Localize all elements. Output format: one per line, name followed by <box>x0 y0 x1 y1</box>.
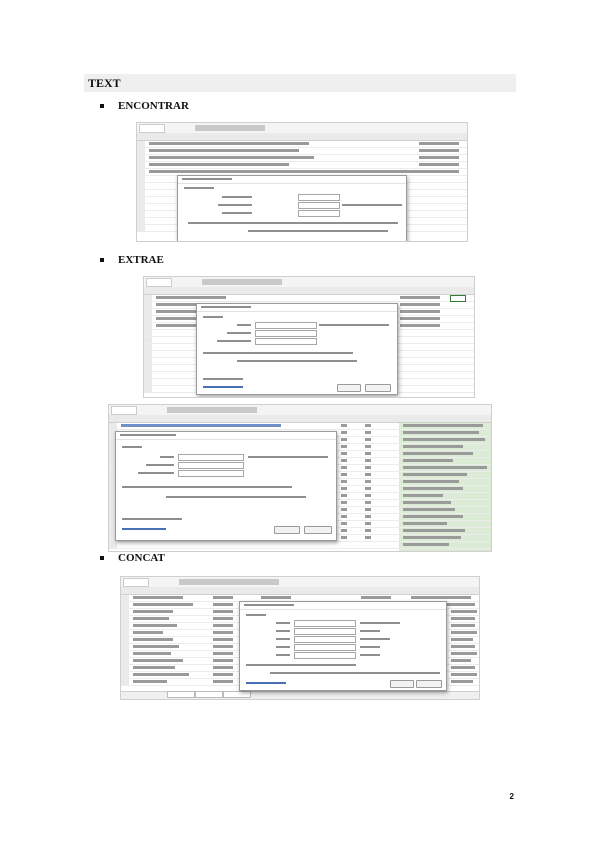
function-arguments-dialog[interactable] <box>115 431 337 541</box>
ok-button[interactable] <box>337 384 361 392</box>
function-arguments-dialog[interactable] <box>196 303 398 395</box>
ok-button[interactable] <box>274 526 300 534</box>
screenshot-extrae-result <box>108 404 492 552</box>
bullet-concat: CONCAT <box>100 552 165 564</box>
bullet-icon <box>100 258 104 263</box>
function-arguments-dialog[interactable] <box>239 601 447 691</box>
bullet-label: CONCAT <box>118 552 165 564</box>
cancel-button[interactable] <box>304 526 332 534</box>
formula-icons <box>167 125 191 140</box>
sheet-tab[interactable] <box>167 691 195 698</box>
cancel-button[interactable] <box>416 680 442 688</box>
bullet-icon <box>100 556 104 561</box>
column-header <box>137 133 467 141</box>
sheet-tab-bar <box>121 691 479 699</box>
section-header-bar <box>84 74 516 92</box>
sheet-tab[interactable] <box>195 691 223 698</box>
section-title: TEXT <box>88 76 121 90</box>
sheet-tab[interactable] <box>223 691 251 698</box>
formula-text <box>195 125 265 131</box>
bullet-encontrar: ENCONTRAR <box>100 100 189 112</box>
cancel-button[interactable] <box>365 384 391 392</box>
bullet-icon <box>100 104 104 109</box>
screenshot-encontrar <box>136 122 468 242</box>
screenshot-extrae <box>143 276 475 398</box>
ok-button[interactable] <box>390 680 414 688</box>
function-arguments-dialog[interactable] <box>177 175 407 241</box>
name-box <box>139 124 165 133</box>
page-number: 2 <box>509 792 514 801</box>
bullet-extrae: EXTRAE <box>100 254 164 266</box>
screenshot-concat <box>120 576 480 700</box>
bullet-label: ENCONTRAR <box>118 100 189 112</box>
bullet-label: EXTRAE <box>118 254 164 266</box>
